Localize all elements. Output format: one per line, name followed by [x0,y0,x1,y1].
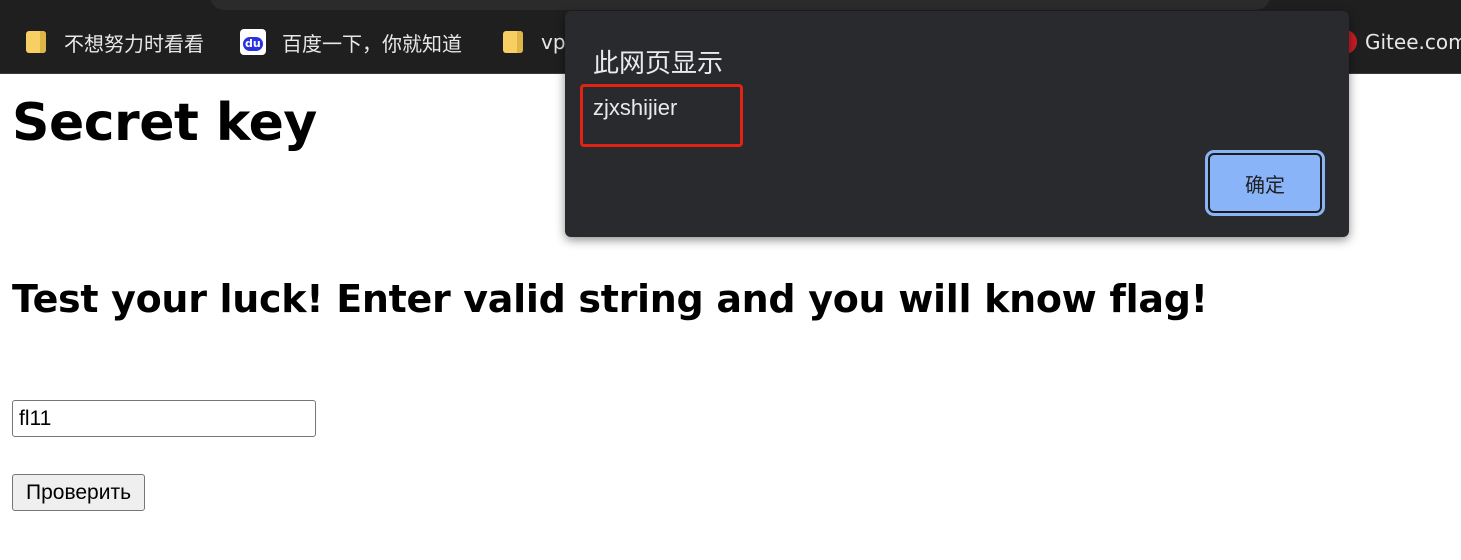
folder-icon [26,31,46,53]
baidu-icon [240,29,266,55]
address-bar[interactable] [210,0,1270,10]
check-button[interactable]: Проверить [12,474,146,511]
dialog-message: zjxshijier [593,95,678,120]
folder-icon [503,31,523,53]
alert-dialog: 此网页显示 zjxshijier 确定 [565,11,1349,237]
bookmark-gitee[interactable]: Gitee.com [1343,26,1461,58]
dialog-title: 此网页显示 [593,49,724,79]
bookmark-baidu[interactable]: 百度一下，你就知道 [240,26,462,58]
bookmark-label: 不想努力时看看 [64,31,204,56]
page-subtitle: Test your luck! Enter valid string and y… [12,277,1208,321]
bookmark-label: Gitee.com [1365,30,1461,54]
bookmark-label: vp [541,30,566,54]
ok-button[interactable]: 确定 [1208,153,1322,213]
bookmark-folder-1[interactable]: 不想努力时看看 [26,26,204,58]
bookmark-label: 百度一下，你就知道 [282,31,462,56]
page-title: Secret key [12,93,317,153]
bookmark-folder-vp[interactable]: vp [503,26,566,58]
key-input[interactable] [12,400,316,437]
